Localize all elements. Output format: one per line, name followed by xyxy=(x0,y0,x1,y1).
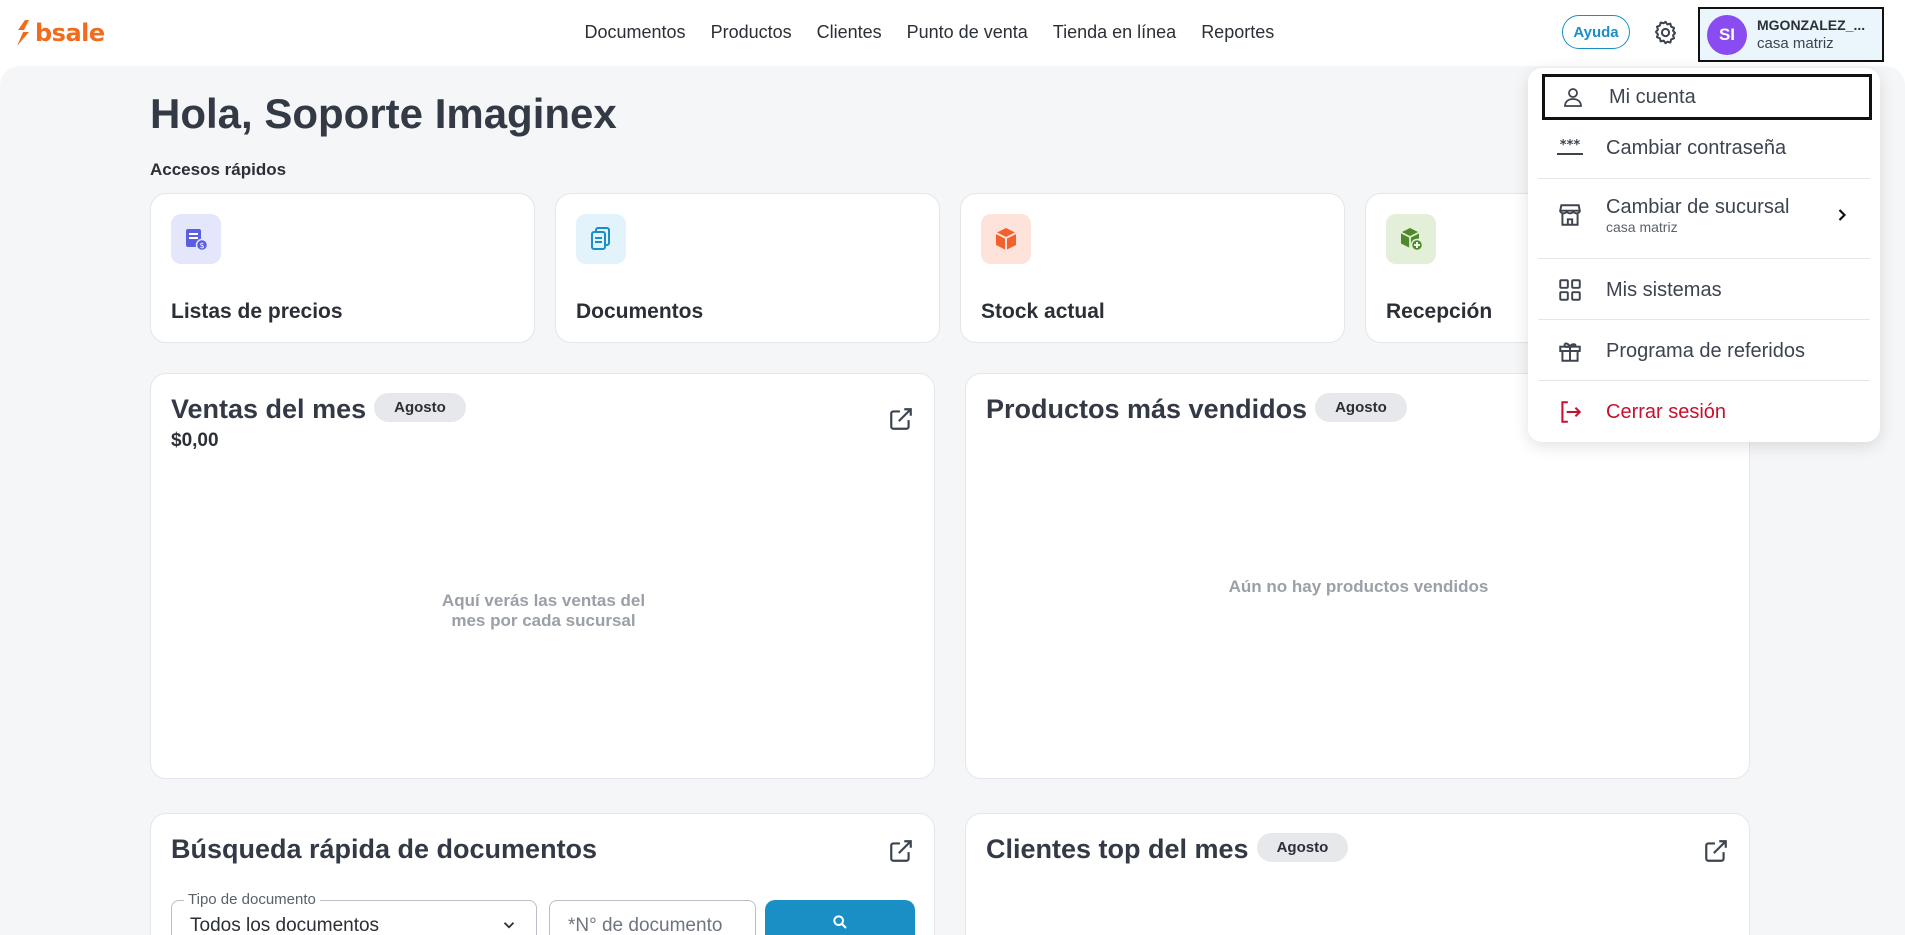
user-dropdown-menu: Mi cuenta *** Cambiar contraseña Cambiar… xyxy=(1528,68,1880,442)
month-badge: Agosto xyxy=(1256,833,1349,863)
search-icon xyxy=(833,915,847,929)
menu-label-change-password: Cambiar contraseña xyxy=(1606,136,1787,159)
month-badge: Agosto xyxy=(374,393,466,423)
menu-item-my-account[interactable]: Mi cuenta xyxy=(1542,74,1872,120)
document-search-panel: Búsqueda rápida de documentos Tipo de do… xyxy=(150,813,935,935)
grid-icon xyxy=(1556,276,1584,304)
gear-icon[interactable] xyxy=(1652,19,1679,46)
quick-access-label-price-lists: Listas de precios xyxy=(171,300,343,323)
top-clients-title-text: Clientes top del mes xyxy=(986,834,1249,864)
menu-label-my-account: Mi cuenta xyxy=(1609,85,1696,108)
quick-access-stock[interactable]: Stock actual xyxy=(960,193,1345,343)
sales-empty-message: Aquí verás las ventas del mes por cada s… xyxy=(401,591,686,631)
nav-tienda-en-linea[interactable]: Tienda en línea xyxy=(1040,20,1188,44)
menu-item-referral-program[interactable]: Programa de referidos xyxy=(1542,331,1866,371)
menu-divider xyxy=(1538,319,1870,320)
menu-item-change-branch[interactable]: Cambiar de sucursal casa matriz xyxy=(1542,190,1866,240)
document-number-placeholder: *N° de documento xyxy=(568,915,723,935)
quick-access-label-documents: Documentos xyxy=(576,300,704,323)
external-link-icon[interactable] xyxy=(888,406,914,432)
menu-item-my-systems[interactable]: Mis sistemas xyxy=(1542,270,1866,310)
sales-amount: $0,00 xyxy=(171,430,219,451)
quick-access-documents[interactable]: Documentos xyxy=(555,193,940,343)
document-type-value: Todos los documentos xyxy=(190,915,380,935)
box-icon xyxy=(981,214,1031,264)
document-search-title: Búsqueda rápida de documentos xyxy=(171,834,598,864)
logout-icon xyxy=(1556,398,1584,426)
top-bar: bsale Documentos Productos Clientes Punt… xyxy=(0,0,1905,66)
user-icon xyxy=(1559,83,1587,111)
nav-documentos[interactable]: Documentos xyxy=(572,20,698,44)
nav-productos[interactable]: Productos xyxy=(698,20,804,44)
menu-label-change-branch: Cambiar de sucursal xyxy=(1606,195,1790,218)
document-type-select[interactable]: Tipo de documento Todos los documentos xyxy=(171,891,537,935)
nav-clientes[interactable]: Clientes xyxy=(804,20,894,44)
menu-divider xyxy=(1538,178,1870,179)
menu-label-my-systems: Mis sistemas xyxy=(1606,278,1722,301)
user-branch: casa matriz xyxy=(1757,35,1834,52)
sales-title: Ventas del mes Agosto xyxy=(171,393,466,425)
month-badge: Agosto xyxy=(1315,393,1407,423)
bsale-logo[interactable]: bsale xyxy=(15,19,105,47)
price-list-icon: $ xyxy=(171,214,221,264)
svg-text:***: *** xyxy=(1560,138,1581,153)
menu-branch-text: Cambiar de sucursal casa matriz xyxy=(1584,196,1789,235)
user-name: MGONZALEZ_... xyxy=(1757,17,1866,33)
top-products-empty-message: Aún no hay productos vendidos xyxy=(1228,577,1489,596)
quick-access-label-stock: Stock actual xyxy=(981,300,1105,323)
menu-label-logout: Cerrar sesión xyxy=(1606,400,1727,423)
logo-text: bsale xyxy=(35,19,105,47)
document-number-input[interactable]: *N° de documento xyxy=(549,900,756,935)
page-title: Hola, Soporte Imaginex xyxy=(150,90,617,137)
chevron-right-icon xyxy=(1838,209,1847,221)
top-products-title-text: Productos más vendidos xyxy=(986,394,1308,424)
sales-panel: Ventas del mes Agosto $0,00 Aquí verás la… xyxy=(150,373,935,779)
top-clients-panel: Clientes top del mes Agosto xyxy=(965,813,1750,935)
search-button[interactable] xyxy=(765,900,915,935)
user-menu-button[interactable]: SI MGONZALEZ_... casa matriz xyxy=(1698,7,1884,62)
nav-reportes[interactable]: Reportes xyxy=(1189,20,1287,44)
document-icon xyxy=(576,214,626,264)
menu-divider xyxy=(1538,380,1870,381)
menu-item-change-password[interactable]: *** Cambiar contraseña xyxy=(1542,128,1866,168)
nav-punto-de-venta[interactable]: Punto de venta xyxy=(894,20,1040,44)
sales-title-text: Ventas del mes xyxy=(171,394,367,424)
sales-empty-line-2: mes por cada sucursal xyxy=(451,611,636,630)
document-type-legend: Tipo de documento xyxy=(184,891,320,908)
main-nav: Documentos Productos Clientes Punto de v… xyxy=(572,20,1287,44)
password-icon: *** xyxy=(1556,134,1584,162)
chevron-down-icon xyxy=(503,922,515,929)
menu-current-branch: casa matriz xyxy=(1606,218,1678,235)
box-add-icon xyxy=(1386,214,1436,264)
menu-item-logout[interactable]: Cerrar sesión xyxy=(1542,392,1866,432)
menu-label-referral-program: Programa de referidos xyxy=(1606,339,1805,362)
quick-access-price-lists[interactable]: $ Listas de precios xyxy=(150,193,535,343)
svg-text:$: $ xyxy=(199,241,204,250)
top-products-title: Productos más vendidos Agosto xyxy=(986,393,1407,425)
sales-empty-line-1: Aquí verás las ventas del xyxy=(441,591,646,610)
gift-icon xyxy=(1556,337,1584,365)
avatar: SI xyxy=(1707,14,1747,55)
external-link-icon[interactable] xyxy=(1703,838,1729,864)
store-icon xyxy=(1556,201,1584,229)
external-link-icon[interactable] xyxy=(888,838,914,864)
help-button[interactable]: Ayuda xyxy=(1562,15,1630,49)
bsale-logo-icon xyxy=(17,20,29,46)
user-info: MGONZALEZ_... casa matriz xyxy=(1757,17,1865,52)
quick-access-label-reception: Recepción xyxy=(1386,300,1493,323)
menu-divider xyxy=(1538,258,1870,259)
quick-access-label: Accesos rápidos xyxy=(150,160,287,179)
top-clients-title: Clientes top del mes Agosto xyxy=(986,833,1349,865)
